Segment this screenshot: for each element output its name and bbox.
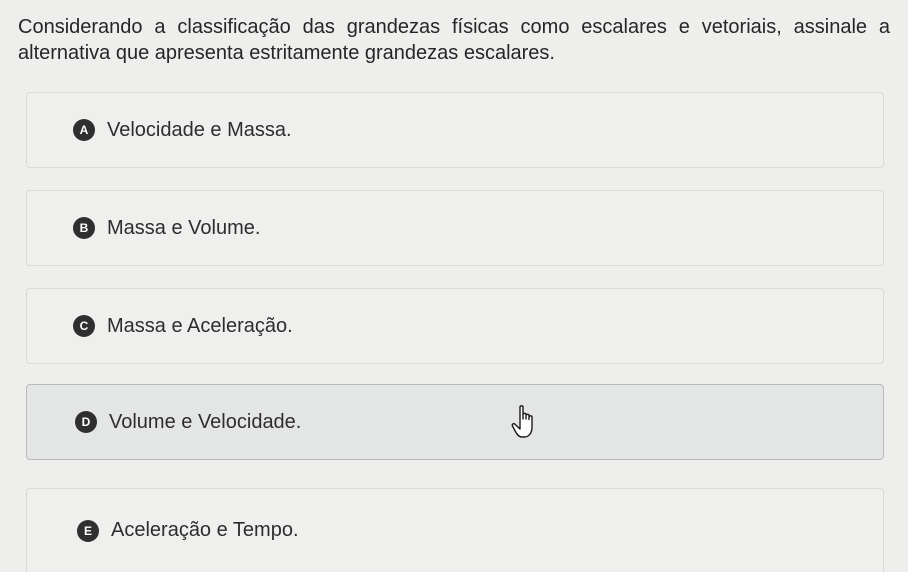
option-c[interactable]: C Massa e Aceleração. — [26, 288, 884, 364]
option-label: Volume e Velocidade. — [109, 410, 302, 433]
option-letter-badge: C — [73, 315, 95, 337]
question-text: Considerando a classificação das grandez… — [18, 16, 890, 64]
option-label: Velocidade e Massa. — [107, 118, 292, 141]
option-letter-badge: D — [75, 411, 97, 433]
option-e[interactable]: E Aceleração e Tempo. — [26, 488, 884, 572]
option-label: Aceleração e Tempo. — [111, 519, 299, 541]
option-d[interactable]: D Volume e Velocidade. — [26, 384, 884, 460]
option-letter-badge: E — [77, 519, 99, 542]
option-letter-badge: B — [73, 217, 95, 239]
option-b[interactable]: B Massa e Volume. — [26, 190, 884, 266]
option-label: Massa e Volume. — [107, 216, 261, 239]
option-a[interactable]: A Velocidade e Massa. — [26, 92, 884, 168]
option-label: Massa e Aceleração. — [107, 314, 293, 337]
option-letter-badge: A — [73, 119, 95, 141]
quiz-page: Considerando a classificação das grandez… — [0, 0, 908, 572]
